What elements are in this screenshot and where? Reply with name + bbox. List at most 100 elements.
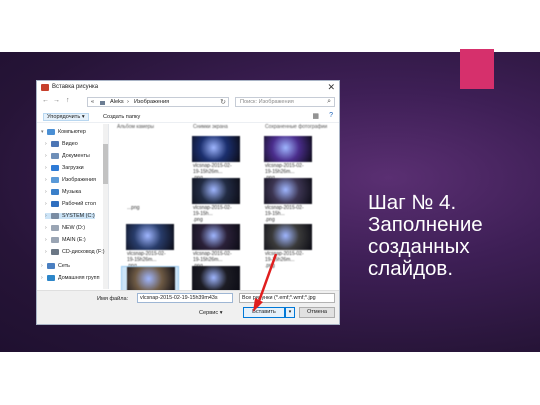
breadcrumb-overflow[interactable]: « xyxy=(91,99,94,105)
file-tile[interactable]: vlcsnap-2015-02- 19-15h26m... .png xyxy=(259,224,317,269)
navigation-bar: ← → ↑ « Aleks › Изображения ↻ Поиск: Изо… xyxy=(37,95,339,109)
file-name: vlcsnap-2015-02- 19-15h26m... .png xyxy=(265,251,304,269)
new-folder-button[interactable]: Создать папку xyxy=(103,114,140,120)
file-thumbnail xyxy=(192,224,240,250)
view-options-icon[interactable]: ▦ xyxy=(312,112,319,120)
search-placeholder: Поиск: Изображения xyxy=(240,99,294,105)
breadcrumb-user[interactable]: Aleks xyxy=(110,99,124,105)
tree-item-label: SYSTEM (C:) xyxy=(62,213,95,219)
address-bar[interactable]: « Aleks › Изображения ↻ xyxy=(87,97,229,107)
help-icon[interactable]: ? xyxy=(329,112,333,119)
filename-field[interactable]: vlcsnap-2015-02-19-15h39m43s xyxy=(137,293,233,303)
file-thumbnail xyxy=(192,178,240,204)
tree-item[interactable]: › CD-дисковод (F:) xyxy=(45,249,105,255)
tree-item-label: Сеть xyxy=(58,263,70,269)
navigation-pane: ▾ Компьютер › Видео › Документы › Загрузки › Изоб… xyxy=(37,124,109,289)
tree-item-label: NEW (D:) xyxy=(62,225,86,231)
tree-item[interactable]: › Загрузки xyxy=(45,165,84,171)
insert-dropdown-button[interactable]: ▾ xyxy=(285,307,295,318)
file-thumbnail xyxy=(264,136,312,162)
slide-title: Шаг № 4. Заполнение созданных слайдов. xyxy=(368,191,483,280)
scrollbar-thumb[interactable] xyxy=(103,144,108,184)
folder-icon xyxy=(51,201,59,207)
tree-item[interactable]: › Изображения xyxy=(45,177,96,183)
insert-picture-dialog: Вставка рисунка ✕ ← → ↑ « Aleks › Изобра… xyxy=(36,80,340,325)
tree-item[interactable]: › Видео xyxy=(45,141,78,147)
cancel-button[interactable]: Отмена xyxy=(299,307,335,318)
tree-item[interactable]: › MAIN (E:) xyxy=(45,237,86,243)
tree-item-label: Загрузки xyxy=(62,165,84,171)
tree-item[interactable]: ▾ Компьютер xyxy=(41,129,86,135)
dialog-footer: Имя файла: vlcsnap-2015-02-19-15h39m43s … xyxy=(37,290,339,324)
accent-bar xyxy=(460,49,494,89)
command-toolbar: Упорядочить ▾ Создать папку ▦ ? xyxy=(37,111,339,123)
tree-item[interactable]: › Домашняя групп xyxy=(41,275,100,281)
tree-item-label: Изображения xyxy=(62,177,96,183)
file-tile[interactable]: vlcsnap-2015-02- 19-15h26m... .png xyxy=(259,136,317,181)
back-arrow-icon[interactable]: ← xyxy=(42,97,49,104)
folder-icon xyxy=(51,213,59,219)
powerpoint-icon xyxy=(41,84,49,91)
tree-item-label: Музыка xyxy=(62,189,82,195)
navigation-scrollbar[interactable] xyxy=(103,124,108,289)
tree-item[interactable]: › Музыка xyxy=(45,189,81,195)
pc-icon xyxy=(100,101,105,105)
tree-item-label: MAIN (E:) xyxy=(62,237,86,243)
file-thumbnail xyxy=(126,224,174,250)
search-input[interactable]: Поиск: Изображения ⌕ xyxy=(235,97,335,107)
tree-item[interactable]: › NEW (D:) xyxy=(45,225,85,231)
file-tile[interactable]: vlcsnap-2015-02- 19-15h26m... .png xyxy=(187,224,245,269)
forward-arrow-icon[interactable]: → xyxy=(53,97,60,104)
filetype-select[interactable]: Все рисунки (*.emf;*.wmf;*.jpg xyxy=(239,293,335,303)
file-thumbnail xyxy=(126,178,174,204)
file-thumbnail xyxy=(264,178,312,204)
service-label: Сервис xyxy=(199,310,219,316)
insert-button[interactable]: Вставить xyxy=(243,307,285,318)
folder-icon xyxy=(51,249,59,255)
file-name: vlcsnap-2015-02- 19-15h... .png xyxy=(193,205,232,223)
file-thumbnail xyxy=(126,136,174,162)
service-menu[interactable]: Сервис ▾ xyxy=(199,310,223,316)
chevron-down-icon: ▾ xyxy=(219,310,223,316)
tree-item-label: CD-дисковод (F:) xyxy=(62,249,105,255)
folder-icon xyxy=(47,275,55,281)
tree-item[interactable]: › Сеть xyxy=(41,263,70,269)
breadcrumb-separator: › xyxy=(127,99,129,105)
organize-button[interactable]: Упорядочить ▾ xyxy=(43,113,89,121)
folder-icon xyxy=(51,225,59,231)
group-header-saved: Сохраненные фотографии xyxy=(265,124,328,130)
presentation-slide-capture: Шаг № 4. Заполнение созданных слайдов. В… xyxy=(0,0,540,405)
search-icon: ⌕ xyxy=(327,98,331,105)
tree-item[interactable]: › Рабочий стол xyxy=(45,201,96,207)
folder-icon xyxy=(51,141,59,147)
folder-icon xyxy=(47,129,55,135)
filename-label: Имя файла: xyxy=(97,296,129,302)
file-tile[interactable]: vlcsnap-2015-02- 19-15h26m... .png xyxy=(187,136,245,181)
group-header-camera: Альбом камеры xyxy=(117,124,154,130)
tree-item-label: Компьютер xyxy=(58,129,86,135)
file-tile[interactable]: ...png xyxy=(121,178,179,211)
file-tile[interactable]: vlcsnap-2015-02- 19-15h... .png xyxy=(259,178,317,223)
tree-item[interactable]: › Документы xyxy=(45,153,90,159)
folder-icon xyxy=(47,263,55,269)
file-tile[interactable] xyxy=(121,136,179,163)
folder-icon xyxy=(51,153,59,159)
dialog-titlebar: Вставка рисунка ✕ xyxy=(37,81,339,94)
refresh-icon[interactable]: ↻ xyxy=(220,98,226,106)
tree-item-label: Рабочий стол xyxy=(62,201,96,207)
close-icon[interactable]: ✕ xyxy=(327,82,335,93)
file-tile[interactable]: vlcsnap-2015-02- 19-15h26m... .png xyxy=(121,224,179,269)
tree-item-label: Документы xyxy=(62,153,90,159)
tree-item-label: Видео xyxy=(62,141,78,147)
file-name: ...png xyxy=(127,205,140,211)
file-list: Альбом камеры Снимки экрана Сохраненные фо… xyxy=(115,124,337,313)
file-tile[interactable]: vlcsnap-2015-02- 19-15h... .png xyxy=(187,178,245,223)
tree-item[interactable]: › SYSTEM (C:) xyxy=(45,213,95,219)
breadcrumb-folder[interactable]: Изображения xyxy=(134,99,169,105)
file-thumbnail xyxy=(264,224,312,250)
folder-icon xyxy=(51,165,59,171)
file-name: vlcsnap-2015-02- 19-15h... .png xyxy=(265,205,304,223)
folder-icon xyxy=(51,189,59,195)
folder-icon xyxy=(51,237,59,243)
up-arrow-icon[interactable]: ↑ xyxy=(66,97,70,104)
